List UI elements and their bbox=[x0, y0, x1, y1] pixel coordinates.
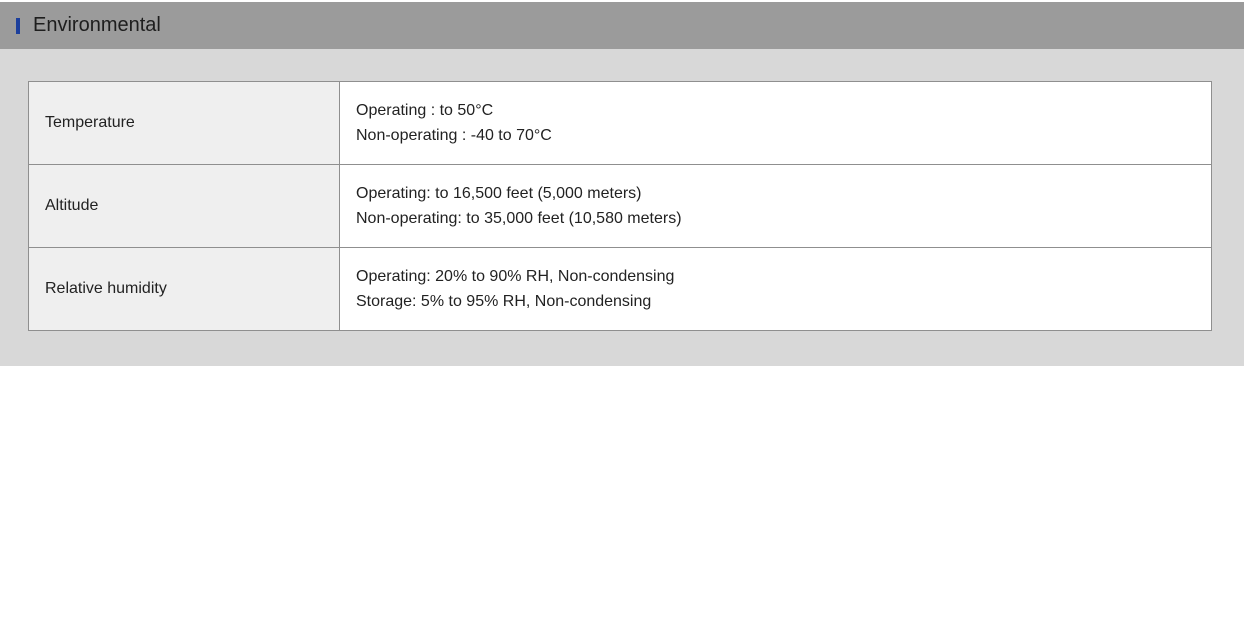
value-line: Non-operating: to 35,000 feet (10,580 me… bbox=[356, 210, 682, 227]
value-line: Non-operating : -40 to 70°C bbox=[356, 127, 552, 144]
value-line: Operating : to 50°C bbox=[356, 101, 494, 119]
value-line: Operating: to 16,500 feet (5,000 meters) bbox=[356, 184, 642, 202]
section-header: Environmental bbox=[0, 2, 1244, 49]
table-row: Altitude Operating: to 16,500 feet (5,00… bbox=[28, 164, 1212, 248]
table-row: Temperature Operating : to 50°C Non-oper… bbox=[28, 81, 1212, 165]
row-value: Operating: to 16,500 feet (5,000 meters)… bbox=[339, 164, 1212, 248]
row-label: Relative humidity bbox=[28, 247, 340, 331]
row-label: Altitude bbox=[28, 164, 340, 248]
row-value: Operating : to 50°C Non-operating : -40 … bbox=[339, 81, 1212, 165]
section-title: Environmental bbox=[33, 14, 161, 36]
row-value: Operating: 20% to 90% RH, Non-condensing… bbox=[339, 247, 1212, 331]
row-label: Temperature bbox=[28, 81, 340, 165]
table-row: Relative humidity Operating: 20% to 90% … bbox=[28, 247, 1212, 331]
value-line: Operating: 20% to 90% RH, Non-condensing bbox=[356, 267, 675, 285]
environmental-section: Environmental Temperature Operating : to… bbox=[0, 2, 1244, 366]
header-marker-bar bbox=[16, 18, 20, 34]
value-line: Storage: 5% to 95% RH, Non-condensing bbox=[356, 293, 652, 310]
spec-table: Temperature Operating : to 50°C Non-oper… bbox=[28, 81, 1212, 331]
